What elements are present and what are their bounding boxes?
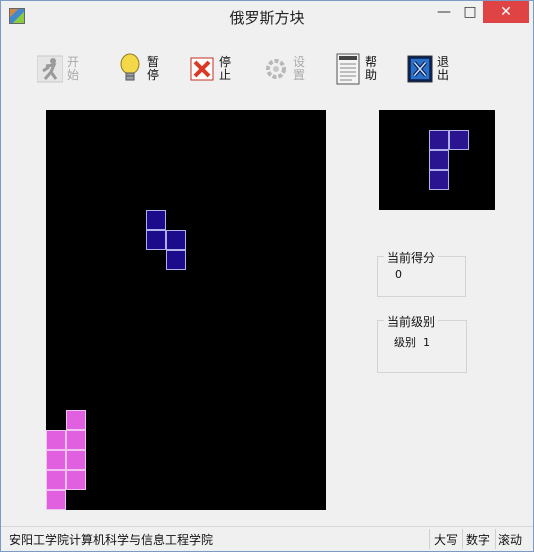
- exit-x-icon: [407, 53, 433, 85]
- settled-block: [66, 470, 86, 490]
- active-piece-block: [166, 250, 186, 270]
- settled-block: [46, 470, 66, 490]
- settings-gear-icon: [263, 53, 289, 85]
- settled-block: [46, 450, 66, 470]
- score-legend: 当前得分: [384, 249, 439, 266]
- level-group: 当前级别 级别 1: [377, 313, 467, 373]
- stop-label: 停止: [219, 55, 232, 82]
- level-value: 级别 1: [394, 336, 430, 349]
- score-group: 当前得分 0: [377, 249, 466, 297]
- status-bar: 安阳工学院计算机科学与信息工程学院 大写 数字 滚动: [1, 526, 533, 551]
- maximize-button[interactable]: □: [457, 1, 483, 23]
- help-label: 帮助: [365, 55, 378, 82]
- num-indicator: 数字: [466, 533, 491, 547]
- settled-block: [46, 490, 66, 510]
- status-separator: [495, 529, 496, 549]
- next-piece-block: [449, 130, 469, 150]
- help-button[interactable]: 帮助: [335, 51, 379, 87]
- settled-block: [46, 430, 66, 450]
- status-separator: [462, 529, 463, 549]
- next-piece-preview: [379, 110, 495, 210]
- stop-button[interactable]: 停止: [189, 51, 233, 87]
- title-bar: 俄罗斯方块 — □ ✕: [1, 1, 533, 32]
- lightbulb-icon: [117, 53, 143, 85]
- help-document-icon: [335, 53, 361, 85]
- active-piece-block: [166, 230, 186, 250]
- next-piece-block: [429, 130, 449, 150]
- scroll-indicator: 滚动: [498, 533, 523, 547]
- next-piece-block: [429, 150, 449, 170]
- pause-label: 暂停: [147, 55, 160, 82]
- active-piece-block: [146, 230, 166, 250]
- pause-button[interactable]: 暂停: [117, 51, 161, 87]
- exit-label: 退出: [437, 55, 450, 82]
- settings-label: 设置: [293, 55, 306, 82]
- stop-x-icon: [189, 53, 215, 85]
- settled-block: [66, 450, 86, 470]
- minimize-button[interactable]: —: [431, 1, 457, 23]
- settings-button[interactable]: 设置: [263, 51, 307, 87]
- caps-indicator: 大写: [434, 533, 459, 547]
- next-piece-block: [429, 170, 449, 190]
- score-value: 0: [395, 268, 402, 281]
- start-label: 开始: [67, 55, 80, 82]
- close-button[interactable]: ✕: [483, 1, 529, 23]
- status-text: 安阳工学院计算机科学与信息工程学院: [9, 533, 214, 547]
- status-separator: [429, 529, 430, 549]
- active-piece-block: [146, 210, 166, 230]
- runner-icon: [37, 53, 63, 85]
- tetris-window: 俄罗斯方块 — □ ✕ 开始 暂停 停止 设置 帮助 退出 当前得分 0 当前级…: [0, 0, 534, 552]
- exit-button[interactable]: 退出: [407, 51, 451, 87]
- game-board[interactable]: [46, 110, 326, 510]
- settled-block: [66, 430, 86, 450]
- settled-block: [66, 410, 86, 430]
- level-legend: 当前级别: [384, 313, 439, 330]
- start-button[interactable]: 开始: [37, 51, 81, 87]
